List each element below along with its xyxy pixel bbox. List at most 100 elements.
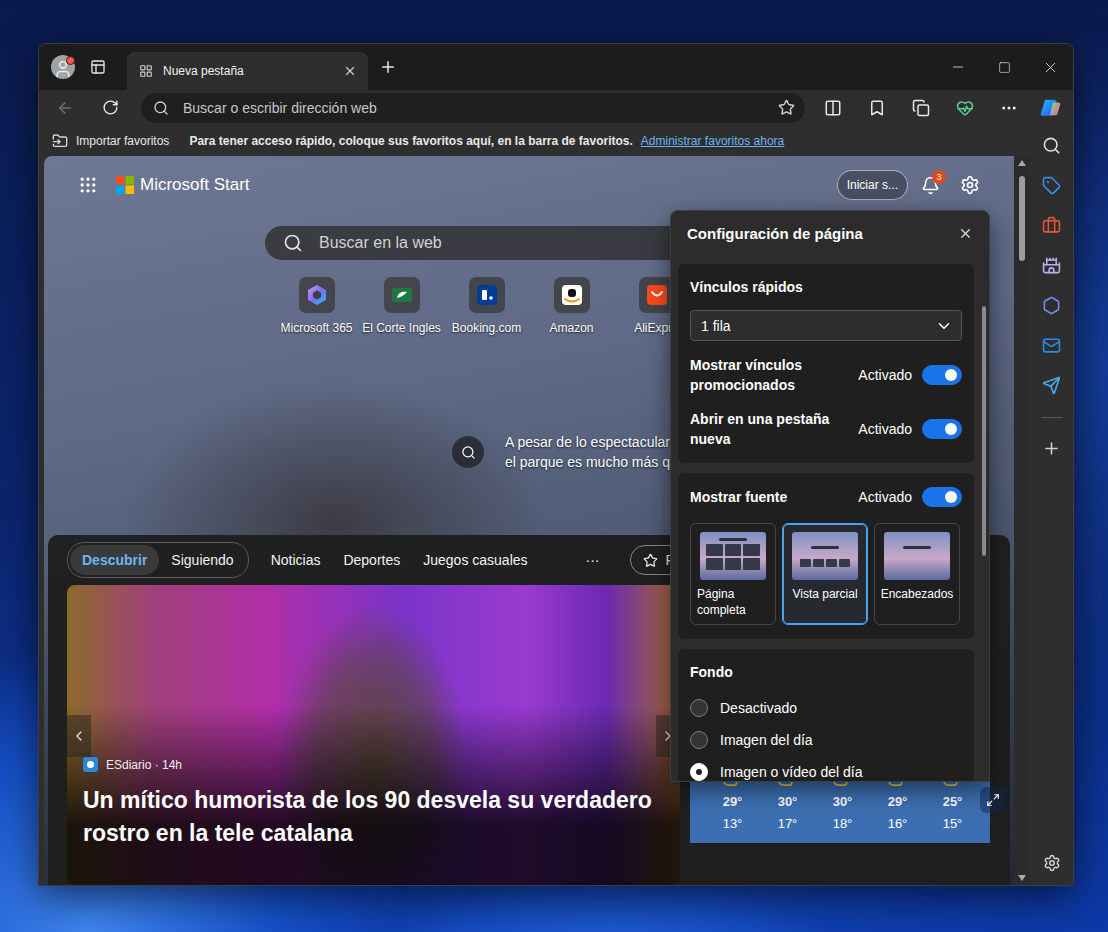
browser-essentials-button[interactable] — [945, 92, 985, 124]
panel-scrollbar-thumb[interactable] — [982, 306, 986, 556]
category-tab[interactable]: Juegos casuales — [423, 552, 527, 568]
radio-option[interactable]: Imagen del día — [690, 731, 962, 749]
page-settings-button[interactable] — [960, 175, 980, 195]
apps-button[interactable] — [78, 175, 98, 195]
favorites-button[interactable] — [857, 92, 897, 124]
radio-button[interactable] — [690, 763, 708, 781]
image-info-button[interactable] — [452, 436, 484, 468]
scrollbar-thumb[interactable] — [1019, 176, 1025, 261]
split-screen-button[interactable] — [813, 92, 853, 124]
plus-icon — [379, 58, 397, 76]
caption-line: A pesar de lo espectacular — [505, 432, 670, 452]
refresh-icon — [102, 99, 119, 116]
quick-link[interactable]: Booking.com — [444, 277, 529, 335]
collections-button[interactable] — [901, 92, 941, 124]
gear-icon — [960, 175, 980, 195]
feed-section: Mostrar fuenteActivadoPágina completaVis… — [678, 473, 974, 639]
tab-actions-button[interactable] — [82, 51, 114, 83]
address-bar[interactable]: Buscar o escribir dirección web — [141, 93, 805, 123]
toggle-switch[interactable] — [922, 419, 962, 439]
quick-link-label: Booking.com — [452, 321, 521, 335]
quick-link-tile — [299, 277, 335, 313]
sidebar-button[interactable] — [1034, 165, 1070, 205]
more-categories[interactable]: ··· — [586, 552, 600, 568]
profile-button[interactable] — [46, 51, 80, 83]
sidebar-settings-button[interactable] — [1034, 845, 1070, 881]
sidebar-button[interactable] — [1034, 125, 1070, 165]
view-switch-button[interactable]: Descubrir — [70, 545, 159, 575]
page-column: Importar favoritosPara tener acceso rápi… — [39, 125, 1030, 885]
manage-favorites-link[interactable]: Administrar favoritos ahora — [641, 134, 784, 148]
close-icon — [958, 226, 973, 241]
toggle-switch[interactable] — [922, 365, 962, 385]
browser-tab[interactable]: Nueva pestaña — [127, 52, 368, 90]
close-panel-button[interactable] — [953, 221, 977, 245]
radio-button[interactable] — [690, 699, 708, 717]
close-window-button[interactable] — [1027, 44, 1073, 90]
panel-body: Vínculos rápidos1 filaMostrar vínculos p… — [671, 255, 989, 782]
el-corte-ingles-icon — [390, 283, 414, 307]
section-heading: Vínculos rápidos — [690, 278, 962, 296]
chevron-left-icon — [71, 728, 87, 744]
import-favorites-icon[interactable] — [52, 133, 68, 149]
close-tab-button[interactable] — [340, 61, 360, 81]
layout-option[interactable]: Encabezados — [874, 523, 960, 625]
maximize-button[interactable] — [981, 44, 1027, 90]
import-favorites-label[interactable]: Importar favoritos — [76, 134, 169, 148]
source-logo-icon — [83, 757, 98, 772]
add-sidebar-app-button[interactable] — [1034, 430, 1070, 466]
sidebar-button[interactable] — [1034, 245, 1070, 285]
address-placeholder: Buscar o escribir dirección web — [183, 100, 764, 116]
sign-in-button[interactable]: Iniciar s... — [837, 170, 908, 200]
story-card[interactable]: ESdiario · 14hUn mítico humorista de los… — [67, 585, 680, 885]
quick-link-tile — [469, 277, 505, 313]
profile-notification-dot — [66, 56, 75, 65]
radio-option[interactable]: Desactivado — [690, 699, 962, 717]
back-button[interactable] — [47, 92, 83, 124]
rows-select[interactable]: 1 fila — [690, 310, 962, 341]
quick-link[interactable]: El Corte Ingles — [359, 277, 444, 335]
layout-preview — [884, 532, 950, 580]
title-bar: Nueva pestaña — [39, 44, 1073, 90]
expand-weather-button[interactable] — [980, 787, 1006, 813]
story-title[interactable]: Un mítico humorista de los 90 desvela su… — [83, 784, 664, 850]
sidebar-button[interactable] — [1034, 325, 1070, 365]
radio-button[interactable] — [690, 731, 708, 749]
category-tab[interactable]: Noticias — [271, 552, 321, 568]
view-switch-button[interactable]: Siguiendo — [159, 545, 245, 575]
search-icon — [283, 233, 303, 253]
scroll-down-icon[interactable] — [1018, 875, 1026, 881]
layout-label: Vista parcial — [792, 586, 857, 602]
scroll-up-icon[interactable] — [1018, 160, 1026, 166]
sidebar-button[interactable] — [1034, 365, 1070, 405]
notifications-button[interactable]: 3 — [920, 175, 940, 195]
preview-block — [826, 559, 837, 567]
section-heading: Mostrar fuente — [690, 487, 848, 507]
layout-option[interactable]: Vista parcial — [782, 523, 868, 625]
minimize-button[interactable] — [935, 44, 981, 90]
section-heading: Fondo — [690, 663, 962, 681]
preview-block — [743, 558, 760, 570]
brand[interactable]: Microsoft Start — [116, 175, 250, 195]
tools-briefcase-icon — [1042, 216, 1061, 235]
sidebar-button[interactable] — [1034, 205, 1070, 245]
toggle-switch[interactable] — [922, 487, 962, 507]
category-tab[interactable]: Deportes — [343, 552, 400, 568]
sidebar-button[interactable] — [1034, 285, 1070, 325]
layout-option[interactable]: Página completa — [690, 523, 776, 625]
copilot-icon — [1040, 97, 1062, 119]
maximize-icon — [998, 61, 1011, 74]
new-tab-page: Microsoft StartIniciar s...3Buscar en la… — [44, 156, 1014, 885]
toggle-row: Abrir en una pestaña nuevaActivado — [690, 409, 962, 449]
favorite-star-icon[interactable] — [778, 99, 795, 116]
weather-low: 16° — [888, 816, 908, 831]
menu-button[interactable] — [989, 92, 1029, 124]
quick-link[interactable]: Microsoft 365 — [274, 277, 359, 335]
new-tab-button[interactable] — [372, 51, 404, 83]
copilot-button[interactable] — [1033, 92, 1069, 124]
quick-link[interactable]: Amazon — [529, 277, 614, 335]
previous-story-button[interactable] — [67, 715, 91, 757]
radio-option[interactable]: Imagen o vídeo del día — [690, 763, 962, 781]
toggle-knob — [945, 369, 957, 381]
refresh-button[interactable] — [92, 92, 128, 124]
